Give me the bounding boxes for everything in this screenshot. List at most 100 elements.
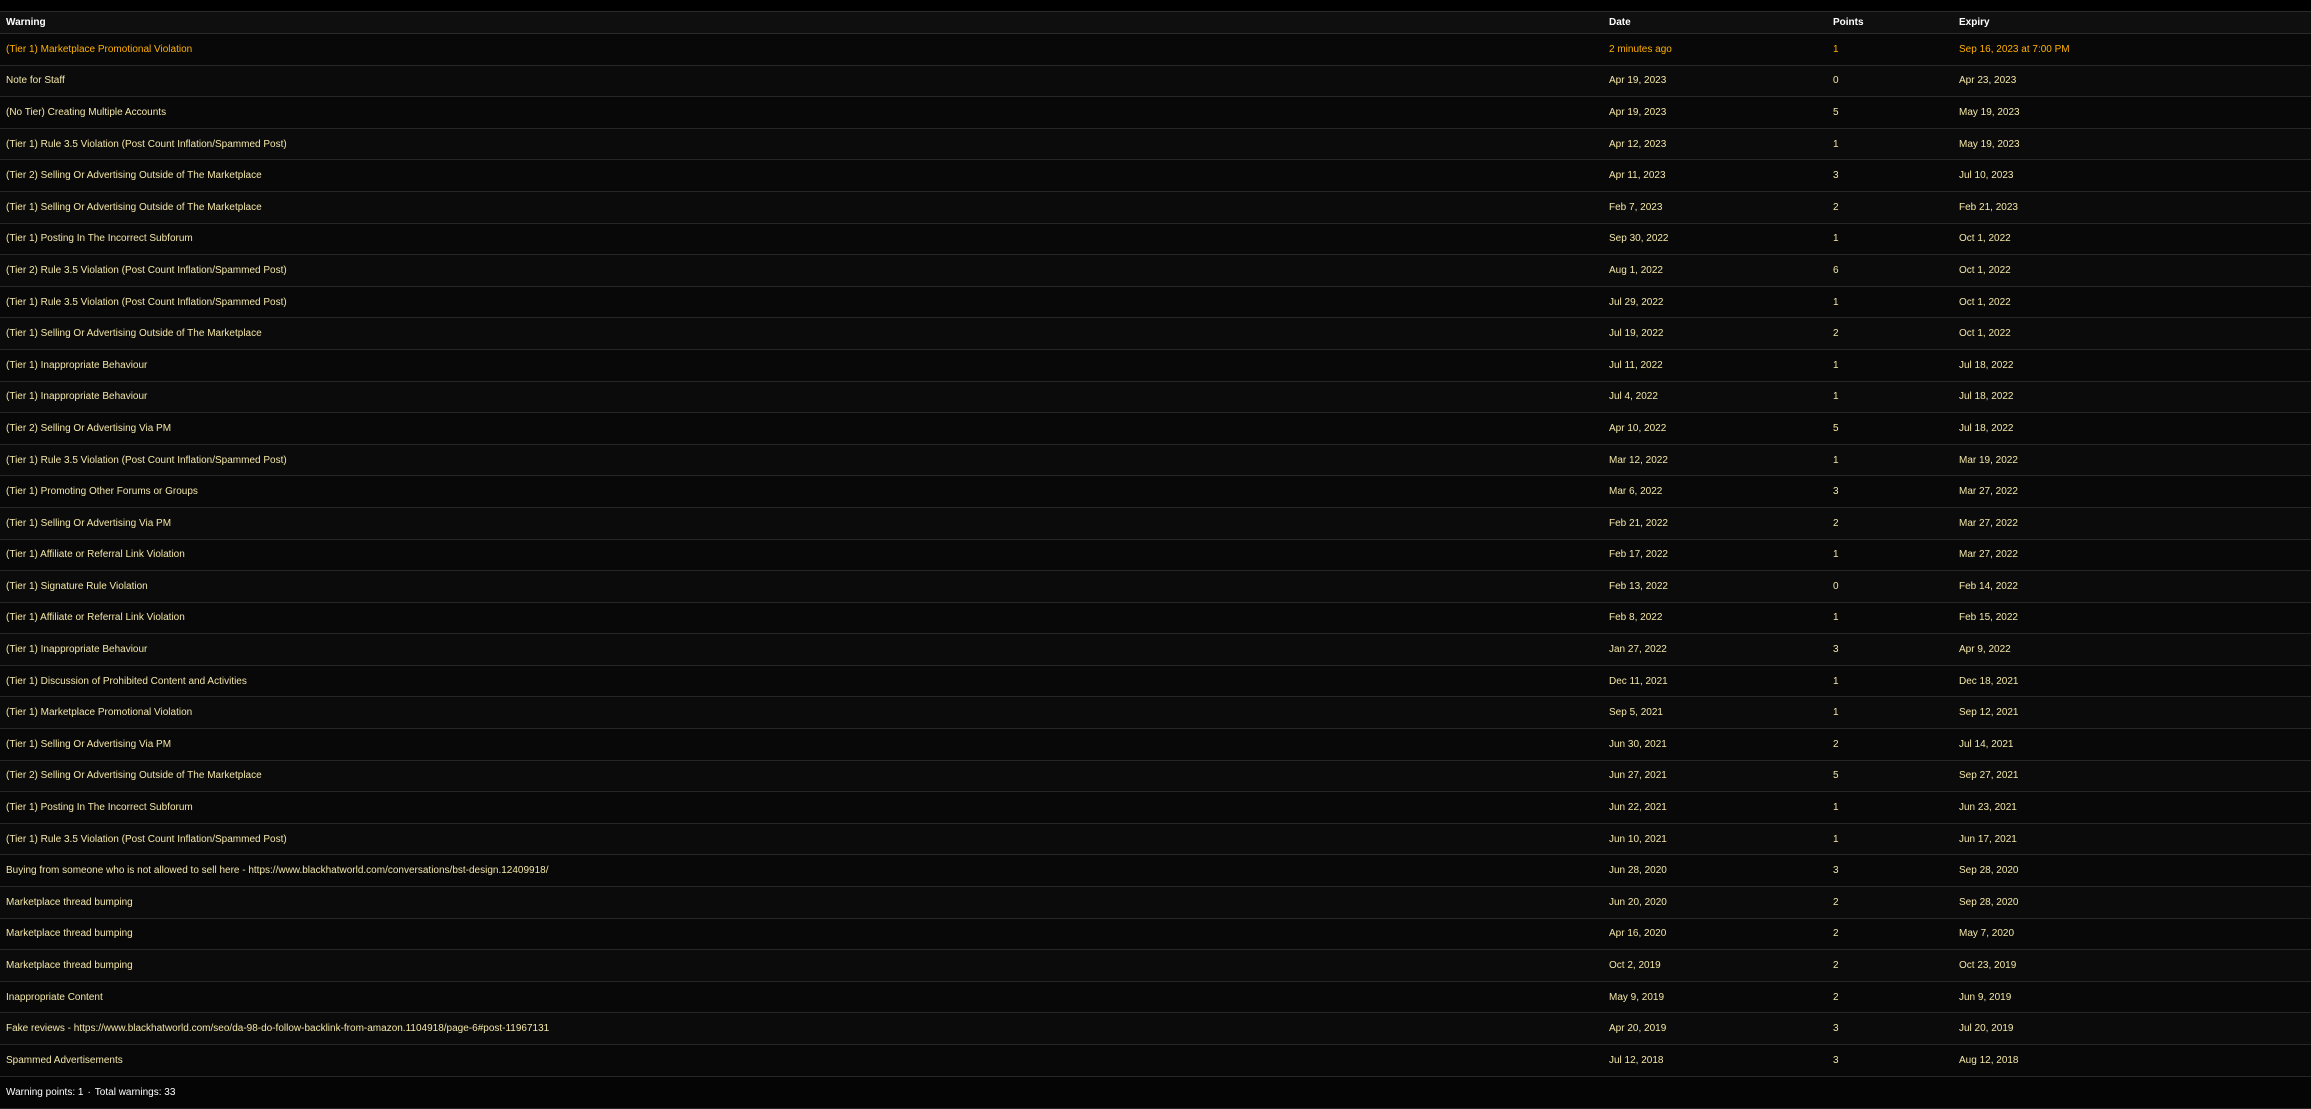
header-row: Warning Date Points Expiry <box>0 11 2311 34</box>
cell-points: 3 <box>1833 486 1839 498</box>
table-row[interactable]: (Tier 1) Rule 3.5 Violation (Post Count … <box>0 444 2311 476</box>
cell-expiry: Aug 12, 2018 <box>1959 1054 2019 1066</box>
cell-points: 2 <box>1833 896 1839 908</box>
cell-date: Feb 13, 2022 <box>1609 580 1668 592</box>
cell-date: Mar 6, 2022 <box>1609 486 1663 498</box>
cell-warning: (Tier 1) Inappropriate Behaviour <box>6 644 148 656</box>
table-row[interactable]: (Tier 1) Promoting Other Forums or Group… <box>0 475 2311 508</box>
cell-points: 0 <box>1833 580 1839 592</box>
table-row[interactable]: Buying from someone who is not allowed t… <box>0 854 2311 887</box>
cell-warning: (Tier 1) Affiliate or Referral Link Viol… <box>6 549 185 561</box>
cell-expiry: Oct 23, 2019 <box>1959 960 2017 972</box>
table-row[interactable]: Marketplace thread bumping Apr 16, 2020 2 M… <box>0 918 2311 950</box>
cell-warning: (Tier 1) Posting In The Incorrect Subfor… <box>6 233 193 245</box>
cell-expiry: Jul 18, 2022 <box>1959 359 2014 371</box>
warnings-summary: Warning points: 1 · Total warnings: 33 <box>0 1076 2311 1109</box>
table-row[interactable]: (Tier 1) Selling Or Advertising Via PM Fe… <box>0 507 2311 539</box>
cell-warning: (Tier 1) Rule 3.5 Violation (Post Count … <box>6 833 287 845</box>
table-row[interactable]: (Tier 1) Posting In The Incorrect Subfor… <box>0 223 2311 255</box>
cell-expiry: Oct 1, 2022 <box>1959 296 2011 308</box>
cell-expiry: Sep 28, 2020 <box>1959 896 2019 908</box>
cell-expiry: Oct 1, 2022 <box>1959 264 2011 276</box>
cell-expiry: Sep 27, 2021 <box>1959 770 2019 782</box>
table-row[interactable]: (Tier 1) Inappropriate Behaviour Jul 4, 2… <box>0 381 2311 413</box>
table-row[interactable]: (Tier 2) Selling Or Advertising Via PM Ap… <box>0 412 2311 445</box>
table-row[interactable]: (Tier 1) Signature Rule Violation Feb 13,… <box>0 570 2311 603</box>
cell-expiry: Feb 15, 2022 <box>1959 612 2018 624</box>
column-header-date: Date <box>1609 17 1631 28</box>
cell-date: Jul 29, 2022 <box>1609 296 1664 308</box>
cell-expiry: Sep 12, 2021 <box>1959 707 2019 719</box>
cell-points: 3 <box>1833 170 1839 182</box>
cell-warning: (Tier 1) Posting In The Incorrect Subfor… <box>6 802 193 814</box>
cell-expiry: Mar 27, 2022 <box>1959 486 2018 498</box>
cell-date: Sep 30, 2022 <box>1609 233 1669 245</box>
cell-expiry: Mar 27, 2022 <box>1959 517 2018 529</box>
table-row[interactable]: Inappropriate Content May 9, 2019 2 Jun 9, … <box>0 981 2311 1013</box>
cell-warning: (No Tier) Creating Multiple Accounts <box>6 106 167 118</box>
cell-points: 0 <box>1833 75 1839 87</box>
table-row[interactable]: (Tier 1) Rule 3.5 Violation (Post Count … <box>0 286 2311 318</box>
warnings-page: Warning Date Points Expiry (Tier 1) Mark… <box>0 0 2311 1109</box>
table-row[interactable]: (No Tier) Creating Multiple Accounts Apr … <box>0 96 2311 129</box>
cell-date: Jun 10, 2021 <box>1609 833 1667 845</box>
table-row[interactable]: (Tier 2) Selling Or Advertising Outside … <box>0 760 2311 792</box>
column-header-expiry: Expiry <box>1959 17 1990 28</box>
cell-expiry: Jun 17, 2021 <box>1959 833 2017 845</box>
table-row[interactable]: (Tier 1) Affiliate or Referral Link Viol… <box>0 539 2311 571</box>
table-row[interactable]: (Tier 1) Rule 3.5 Violation (Post Count … <box>0 823 2311 855</box>
cell-warning: (Tier 1) Selling Or Advertising Via PM <box>6 517 172 529</box>
cell-date: Apr 11, 2023 <box>1609 170 1666 182</box>
table-row[interactable]: (Tier 1) Marketplace Promotional Violati… <box>0 33 2311 66</box>
cell-date: Jul 19, 2022 <box>1609 328 1664 340</box>
cell-points: 2 <box>1833 738 1839 750</box>
cell-points: 2 <box>1833 201 1839 213</box>
column-header-warning: Warning <box>6 17 46 28</box>
cell-date: Mar 12, 2022 <box>1609 454 1668 466</box>
cell-points: 1 <box>1833 802 1839 814</box>
cell-warning: (Tier 2) Rule 3.5 Violation (Post Count … <box>6 264 287 276</box>
table-row[interactable]: Note for Staff Apr 19, 2023 0 Apr 23, 2023 <box>0 65 2311 97</box>
table-row[interactable]: (Tier 2) Selling Or Advertising Outside … <box>0 159 2311 192</box>
cell-points: 2 <box>1833 960 1839 972</box>
cell-points: 2 <box>1833 928 1839 940</box>
cell-date: Jul 11, 2022 <box>1609 359 1663 371</box>
table-row[interactable]: (Tier 1) Inappropriate Behaviour Jan 27, … <box>0 633 2311 666</box>
cell-expiry: May 7, 2020 <box>1959 928 2015 940</box>
table-row[interactable]: (Tier 1) Posting In The Incorrect Subfor… <box>0 791 2311 824</box>
table-row[interactable]: Fake reviews - https://www.blackhatworld… <box>0 1012 2311 1045</box>
cell-warning: (Tier 1) Rule 3.5 Violation (Post Count … <box>6 454 287 466</box>
table-row[interactable]: (Tier 1) Inappropriate Behaviour Jul 11, … <box>0 349 2311 382</box>
table-row[interactable]: (Tier 1) Marketplace Promotional Violati… <box>0 696 2311 729</box>
table-row[interactable]: Spammed Advertisements Jul 12, 2018 3 Aug 1… <box>0 1044 2311 1077</box>
cell-warning: (Tier 2) Selling Or Advertising Outside … <box>6 170 262 182</box>
table-row[interactable]: (Tier 1) Affiliate or Referral Link Viol… <box>0 602 2311 634</box>
cell-date: 2 minutes ago <box>1609 43 1672 55</box>
table-row[interactable]: (Tier 1) Selling Or Advertising Via PM Ju… <box>0 728 2311 761</box>
cell-points: 2 <box>1833 517 1839 529</box>
cell-points: 3 <box>1833 1054 1839 1066</box>
cell-expiry: Feb 21, 2023 <box>1959 201 2018 213</box>
cell-warning: (Tier 1) Affiliate or Referral Link Viol… <box>6 612 185 624</box>
table-row[interactable]: Marketplace thread bumping Oct 2, 2019 2 Oc… <box>0 949 2311 982</box>
cell-expiry: Oct 1, 2022 <box>1959 233 2011 245</box>
top-strip <box>0 0 2311 11</box>
table-row[interactable]: (Tier 1) Discussion of Prohibited Conten… <box>0 665 2311 697</box>
table-row[interactable]: Marketplace thread bumping Jun 20, 2020 2 S… <box>0 886 2311 919</box>
cell-points: 1 <box>1833 359 1839 371</box>
cell-expiry: Feb 14, 2022 <box>1959 580 2018 592</box>
cell-warning: Marketplace thread bumping <box>6 960 133 972</box>
cell-expiry: May 19, 2023 <box>1959 106 2020 118</box>
cell-warning: Marketplace thread bumping <box>6 896 133 908</box>
table-row[interactable]: (Tier 1) Selling Or Advertising Outside … <box>0 317 2311 350</box>
cell-date: Sep 5, 2021 <box>1609 707 1663 719</box>
table-row[interactable]: (Tier 2) Rule 3.5 Violation (Post Count … <box>0 254 2311 287</box>
table-row[interactable]: (Tier 1) Rule 3.5 Violation (Post Count … <box>0 128 2311 160</box>
total-warnings-text: Total warnings: 33 <box>94 1086 176 1098</box>
cell-points: 1 <box>1833 233 1839 245</box>
cell-points: 6 <box>1833 264 1839 276</box>
table-row[interactable]: (Tier 1) Selling Or Advertising Outside … <box>0 191 2311 224</box>
cell-date: Jun 27, 2021 <box>1609 770 1667 782</box>
cell-points: 3 <box>1833 865 1839 877</box>
cell-warning: Note for Staff <box>6 75 65 87</box>
